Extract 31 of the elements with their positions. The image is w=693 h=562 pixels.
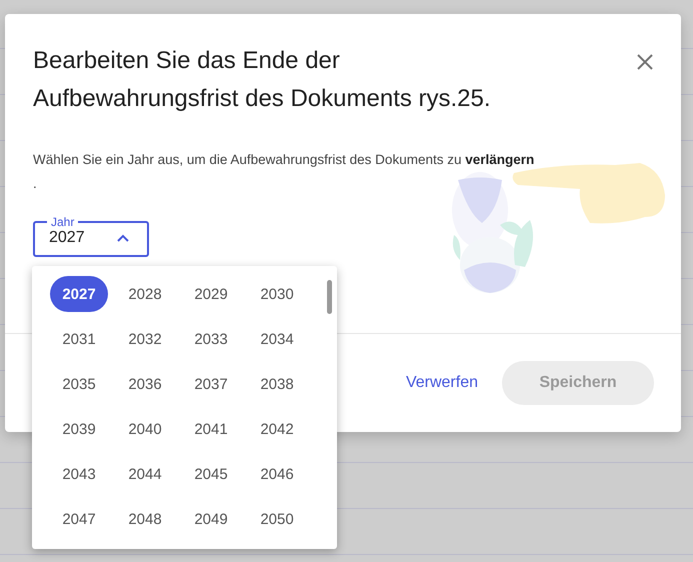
- year-option[interactable]: 2040: [116, 411, 174, 447]
- year-select[interactable]: Jahr 2027: [33, 215, 149, 257]
- year-option[interactable]: 2039: [50, 411, 108, 447]
- year-option[interactable]: 2048: [116, 501, 174, 537]
- year-option[interactable]: 2046: [248, 456, 306, 492]
- year-option[interactable]: 2032: [116, 321, 174, 357]
- year-option[interactable]: 2031: [50, 321, 108, 357]
- year-option[interactable]: 2037: [182, 366, 240, 402]
- year-option[interactable]: 2034: [248, 321, 306, 357]
- description-text: Wählen Sie ein Jahr aus, um die Aufbewahrungsfrist des Dokuments zu verlängern .: [33, 151, 536, 193]
- year-option[interactable]: 2044: [116, 456, 174, 492]
- chevron-icon: [117, 234, 129, 242]
- year-option[interactable]: 2029: [182, 276, 240, 312]
- year-option[interactable]: 2035: [50, 366, 108, 402]
- year-option[interactable]: 2042: [248, 411, 306, 447]
- year-option[interactable]: 2049: [182, 501, 240, 537]
- year-option[interactable]: 2041: [182, 411, 240, 447]
- year-option[interactable]: 2036: [116, 366, 174, 402]
- year-option[interactable]: 2038: [248, 366, 306, 402]
- year-option[interactable]: 2043: [50, 456, 108, 492]
- dialog-title: Bearbeiten Sie das Ende der Aufbewahrungsfrist des Dokuments rys.25.: [33, 46, 492, 114]
- year-option[interactable]: 2030: [248, 276, 306, 312]
- discard-button[interactable]: Verwerfen: [402, 364, 482, 402]
- year-option[interactable]: 2047: [50, 501, 108, 537]
- year-option[interactable]: 2027: [50, 276, 108, 312]
- year-option[interactable]: 2028: [116, 276, 174, 312]
- field-value: 2027: [49, 229, 86, 247]
- field-label: Jahr: [50, 215, 76, 229]
- year-option[interactable]: 2050: [248, 501, 306, 537]
- year-option[interactable]: 2033: [182, 321, 240, 357]
- year-option[interactable]: 2045: [182, 456, 240, 492]
